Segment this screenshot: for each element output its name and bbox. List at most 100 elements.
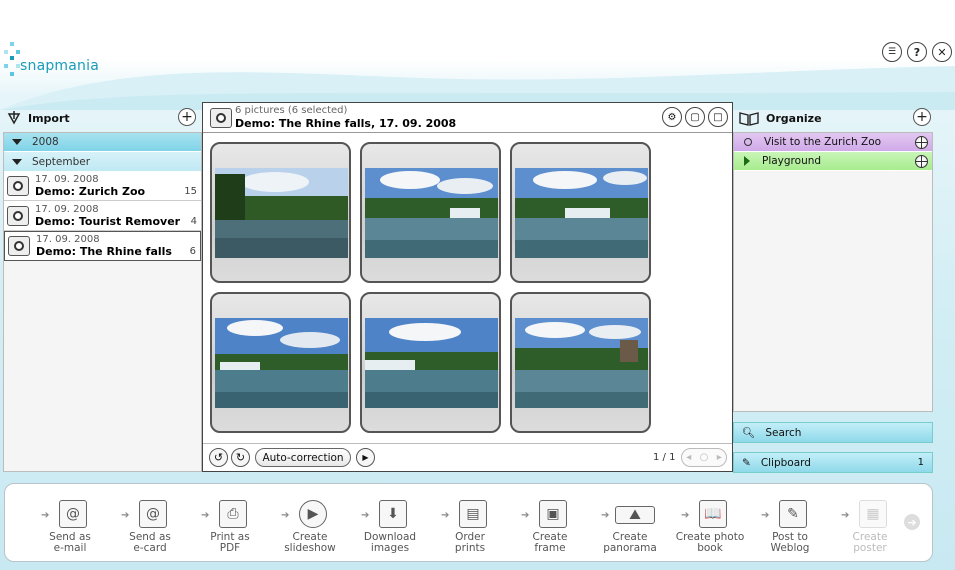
year-group[interactable]: 2008 bbox=[4, 133, 201, 152]
collapse-icon bbox=[12, 158, 22, 165]
organize-item[interactable]: Playground bbox=[734, 152, 932, 171]
album-name: Demo: Tourist Remover bbox=[35, 214, 181, 228]
album-item[interactable]: 17. 09. 2008 Demo: Zurich Zoo 15 bbox=[4, 171, 201, 201]
album-date: 17. 09. 2008 bbox=[35, 203, 99, 215]
organize-header: Organize bbox=[738, 110, 822, 126]
viewer-header: 6 pictures (6 selected) Demo: The Rhine … bbox=[203, 103, 732, 133]
print-pdf-button[interactable]: ➔ ⎙ Print as PDF bbox=[191, 498, 269, 554]
create-poster-button: ➔ ▦ Create poster bbox=[831, 498, 909, 554]
page-dot-icon: ○ bbox=[699, 452, 709, 463]
panorama-icon: ⛰ bbox=[615, 506, 655, 524]
picture-count: 6 pictures (6 selected) bbox=[235, 105, 348, 116]
stack-icon: ▢ bbox=[690, 111, 700, 123]
rotate-left-button[interactable]: ↺ bbox=[209, 448, 228, 467]
album-count: 6 bbox=[189, 246, 196, 257]
castle-photo bbox=[515, 318, 648, 408]
close-button[interactable]: ✕ bbox=[932, 42, 952, 62]
close-icon: ✕ bbox=[937, 45, 947, 59]
clipboard-count: 1 bbox=[917, 457, 924, 468]
import-title: Import bbox=[28, 111, 70, 125]
organize-item-label: Visit to the Zurich Zoo bbox=[764, 136, 882, 148]
weblog-icon: ✎ bbox=[779, 500, 807, 528]
album-title: Demo: The Rhine falls, 17. 09. 2008 bbox=[235, 117, 457, 130]
email-icon: @ bbox=[59, 500, 87, 528]
send-ecard-button[interactable]: ➔ @ Send as e-card bbox=[111, 498, 189, 554]
create-photo-book-button[interactable]: ➔ 📖 Create photo book bbox=[671, 498, 749, 554]
clipboard-bar[interactable]: ✎ Clipboard 1 bbox=[733, 452, 933, 473]
gear-icon: ⚙ bbox=[667, 111, 677, 123]
photo-viewer: 6 pictures (6 selected) Demo: The Rhine … bbox=[202, 102, 733, 472]
help-button[interactable]: ? bbox=[907, 42, 927, 62]
snapmania-logo: snapmania bbox=[2, 40, 112, 90]
camera-icon bbox=[7, 205, 29, 226]
plus-icon: + bbox=[916, 109, 928, 125]
create-frame-button[interactable]: ➔ ▣ Create frame bbox=[511, 498, 589, 554]
clipboard-label: Clipboard bbox=[760, 456, 811, 469]
search-bar[interactable]: 🔍︎ Search bbox=[733, 422, 933, 443]
album-name: Demo: The Rhine falls bbox=[36, 245, 172, 258]
send-email-button[interactable]: ➔ @ Send as e-mail bbox=[31, 498, 109, 554]
list-view-button[interactable]: ☰ bbox=[882, 42, 902, 62]
photo-thumbnail[interactable] bbox=[210, 292, 351, 433]
square-icon: □ bbox=[713, 111, 723, 123]
list-icon: ☰ bbox=[887, 47, 897, 57]
add-organize-button[interactable]: + bbox=[913, 108, 931, 126]
poster-icon: ▦ bbox=[859, 500, 887, 528]
play-icon: ▶ bbox=[362, 453, 369, 462]
help-icon: ? bbox=[913, 45, 921, 59]
album-item[interactable]: 17. 09. 2008 Demo: Tourist Remover 4 bbox=[4, 201, 201, 231]
import-panel: 2008 September 17. 09. 2008 Demo: Zurich… bbox=[3, 132, 202, 472]
logo-mark-icon bbox=[4, 42, 20, 76]
photo-thumbnail[interactable] bbox=[210, 142, 351, 283]
toolbar-next-button[interactable]: ➔ bbox=[904, 514, 920, 530]
photo-book-icon: 📖 bbox=[699, 500, 727, 528]
post-to-weblog-button[interactable]: ➔ ✎ Post to Weblog bbox=[751, 498, 829, 554]
viewer-footer: ↺ ↻ Auto-correction ▶ 1 / 1 ◂ ○ ▸ bbox=[203, 443, 732, 471]
more-button[interactable]: ▶ bbox=[356, 448, 375, 467]
camera-icon bbox=[8, 236, 30, 256]
album-item-selected[interactable]: 17. 09. 2008 Demo: The Rhine falls 6 bbox=[4, 231, 201, 261]
year-label: 2008 bbox=[32, 136, 59, 148]
album-count: 4 bbox=[190, 216, 197, 227]
select-button[interactable]: ▢ bbox=[685, 107, 705, 127]
organize-item[interactable]: Visit to the Zurich Zoo bbox=[734, 133, 932, 152]
photo-thumbnail[interactable] bbox=[360, 292, 501, 433]
book-icon bbox=[739, 112, 759, 126]
falls-photo bbox=[515, 168, 648, 258]
globe-icon bbox=[915, 155, 928, 168]
settings-button[interactable]: ⚙ bbox=[662, 107, 682, 127]
photo-thumbnail[interactable] bbox=[360, 142, 501, 283]
rotate-right-icon: ↻ bbox=[235, 451, 246, 464]
month-group[interactable]: September bbox=[4, 152, 201, 171]
expand-icon bbox=[744, 156, 750, 166]
photo-thumbnail[interactable] bbox=[510, 292, 651, 433]
prev-page-icon: ◂ bbox=[686, 452, 692, 463]
month-label: September bbox=[32, 155, 91, 168]
auto-correction-button[interactable]: Auto-correction bbox=[255, 448, 351, 467]
page-indicator: 1 / 1 bbox=[653, 452, 676, 463]
arrow-right-icon: ➔ bbox=[907, 515, 917, 529]
river-photo bbox=[215, 168, 348, 258]
fullscreen-button[interactable]: □ bbox=[708, 107, 728, 127]
next-page-icon: ▸ bbox=[716, 452, 722, 463]
pager-control[interactable]: ◂ ○ ▸ bbox=[681, 448, 727, 467]
create-panorama-button[interactable]: ➔ ⛰ Create panorama bbox=[591, 498, 669, 554]
camera-icon bbox=[7, 175, 29, 196]
album-date: 17. 09. 2008 bbox=[35, 173, 99, 185]
create-slideshow-button[interactable]: ➔ ▶ Create slideshow bbox=[271, 498, 349, 554]
clipboard-icon: ✎ bbox=[742, 456, 751, 469]
slideshow-icon: ▶ bbox=[299, 500, 327, 528]
rotate-right-button[interactable]: ↻ bbox=[231, 448, 250, 467]
organize-title: Organize bbox=[766, 111, 822, 125]
order-prints-button[interactable]: ➔ ▤ Order prints bbox=[431, 498, 509, 554]
organize-item-label: Playground bbox=[762, 155, 822, 167]
import-header: Import bbox=[6, 110, 70, 126]
download-images-button[interactable]: ➔ ⬇ Download images bbox=[351, 498, 429, 554]
photo-thumbnail[interactable] bbox=[510, 142, 651, 283]
collapse-icon bbox=[12, 139, 22, 145]
prints-icon: ▤ bbox=[459, 500, 487, 528]
falls-photo bbox=[365, 318, 498, 408]
search-label: Search bbox=[765, 426, 802, 439]
search-icon: 🔍︎ bbox=[742, 427, 756, 439]
add-import-button[interactable]: + bbox=[178, 108, 196, 126]
